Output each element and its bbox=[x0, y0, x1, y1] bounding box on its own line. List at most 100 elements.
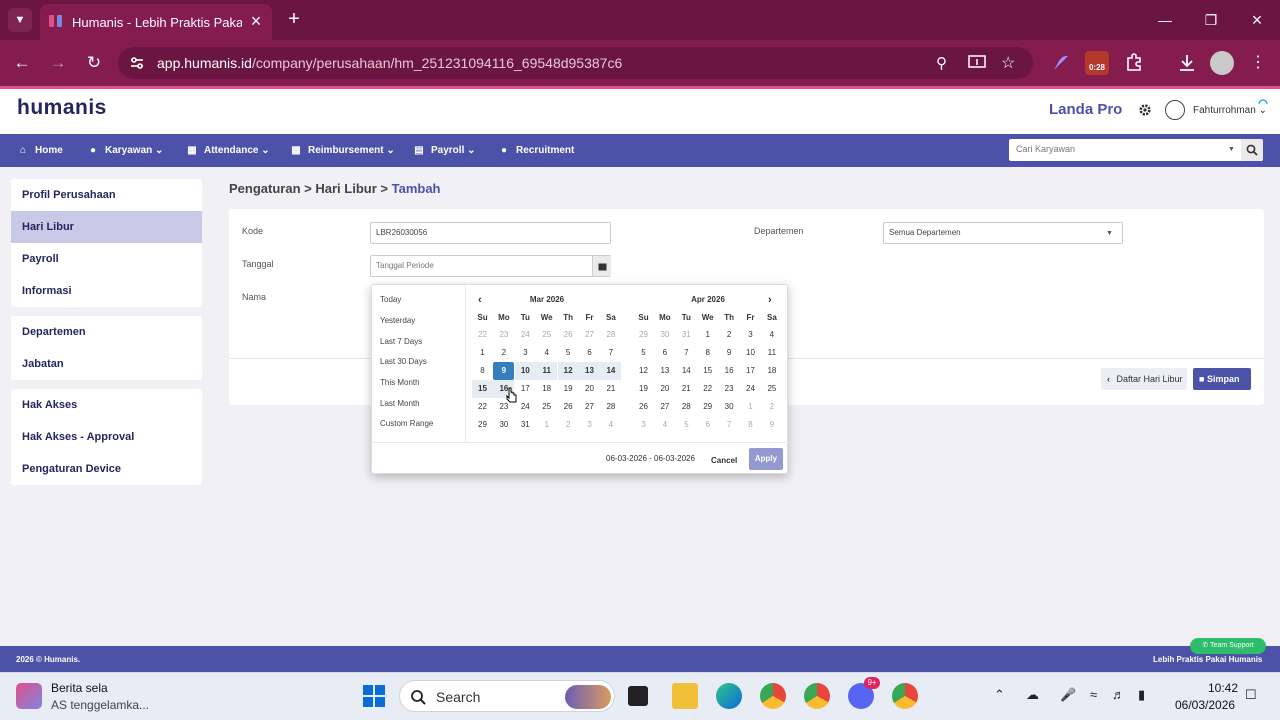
calendar-day[interactable]: 8 bbox=[697, 344, 718, 362]
nav-payroll[interactable]: ▤ Payroll ⌄ bbox=[412, 134, 475, 167]
calendar-day[interactable]: 25 bbox=[536, 398, 557, 416]
site-info-icon[interactable] bbox=[128, 54, 146, 72]
calendar-day[interactable]: 3 bbox=[515, 344, 536, 362]
back-to-list-button[interactable]: ‹ Daftar Hari Libur bbox=[1101, 368, 1187, 390]
calendar-day[interactable]: 26 bbox=[558, 398, 579, 416]
calendar-day[interactable]: 5 bbox=[633, 344, 654, 362]
sidebar-item-pengaturan-device[interactable]: Pengaturan Device bbox=[11, 453, 202, 485]
calendar-day[interactable]: 22 bbox=[697, 380, 718, 398]
calendar-day[interactable]: 4 bbox=[536, 344, 557, 362]
calendar-day[interactable]: 22 bbox=[472, 326, 493, 344]
calendar-day[interactable]: 7 bbox=[719, 416, 740, 434]
calendar-day[interactable]: 19 bbox=[558, 380, 579, 398]
file-explorer-icon[interactable] bbox=[672, 683, 698, 709]
calendar-day[interactable]: 15 bbox=[472, 380, 493, 398]
calendar-day[interactable]: 12 bbox=[633, 362, 654, 380]
close-tab-icon[interactable]: × bbox=[246, 11, 266, 31]
search-button[interactable] bbox=[1241, 139, 1263, 161]
calendar-day[interactable]: 27 bbox=[654, 398, 675, 416]
calendar-day[interactable]: 26 bbox=[633, 398, 654, 416]
calendar-day[interactable]: 18 bbox=[761, 362, 782, 380]
calendar-day[interactable]: 14 bbox=[600, 362, 622, 380]
zoom-icon[interactable]: ⚲ bbox=[936, 54, 947, 72]
calendar-day[interactable]: 30 bbox=[719, 398, 740, 416]
calendar-day[interactable]: 20 bbox=[579, 380, 600, 398]
windows-start-icon[interactable] bbox=[361, 683, 387, 709]
range-custom[interactable]: Custom Range bbox=[380, 419, 433, 428]
sidebar-item-hak-akses[interactable]: Hak Akses bbox=[11, 389, 202, 421]
departemen-select[interactable]: Semua Departemen ▼ bbox=[883, 222, 1123, 244]
employee-search[interactable]: Cari Karyawan ▼ bbox=[1009, 139, 1263, 161]
battery-icon[interactable]: ▮ bbox=[1138, 687, 1145, 703]
profile-avatar[interactable] bbox=[1210, 51, 1234, 75]
humanis-logo[interactable]: humanis bbox=[17, 96, 107, 120]
calendar-day[interactable]: 4 bbox=[600, 416, 621, 434]
calendar-day[interactable]: 20 bbox=[654, 380, 675, 398]
calendar-day[interactable]: 3 bbox=[633, 416, 654, 434]
calendar-day[interactable]: 11 bbox=[761, 344, 782, 362]
kode-field[interactable]: LBR26030056 bbox=[370, 222, 611, 244]
range-yesterday[interactable]: Yesterday bbox=[380, 316, 415, 325]
cancel-button[interactable]: Cancel bbox=[706, 451, 742, 471]
calendar-day[interactable]: 16 bbox=[719, 362, 740, 380]
download-icon[interactable] bbox=[1175, 51, 1199, 75]
calendar-day[interactable]: 22 bbox=[472, 398, 493, 416]
clock-time[interactable]: 10:42 bbox=[1208, 681, 1238, 695]
calendar-day[interactable]: 23 bbox=[719, 380, 740, 398]
calendar-day[interactable]: 3 bbox=[740, 326, 761, 344]
browser-tab[interactable]: Humanis - Lebih Praktis Pakai H × bbox=[40, 4, 272, 40]
wifi-icon[interactable]: ≈ bbox=[1090, 687, 1097, 702]
calendar-day[interactable]: 3 bbox=[579, 416, 600, 434]
sidebar-item-departemen[interactable]: Departemen bbox=[11, 316, 202, 348]
chevron-down-icon[interactable]: ▼ bbox=[1228, 146, 1235, 153]
calendar-day[interactable]: 25 bbox=[761, 380, 782, 398]
calendar-day[interactable]: 1 bbox=[536, 416, 557, 434]
apply-button[interactable]: Apply bbox=[749, 448, 783, 470]
show-hidden-icons-icon[interactable]: ⌃ bbox=[994, 687, 1005, 703]
calendar-day[interactable]: 7 bbox=[676, 344, 697, 362]
calendar-button[interactable] bbox=[592, 256, 611, 276]
tanggal-field[interactable]: Tanggal Periode bbox=[370, 255, 611, 277]
range-today[interactable]: Today bbox=[380, 295, 401, 304]
calendar-day[interactable]: 28 bbox=[676, 398, 697, 416]
calendar-day[interactable]: 6 bbox=[697, 416, 718, 434]
notification-icon[interactable]: ☐ bbox=[1245, 687, 1257, 703]
sidebar-item-informasi[interactable]: Informasi bbox=[11, 275, 202, 307]
calendar-day[interactable]: 5 bbox=[558, 344, 579, 362]
install-app-icon[interactable] bbox=[968, 55, 986, 71]
minimize-icon[interactable]: — bbox=[1150, 8, 1180, 32]
news-title[interactable]: Berita sela bbox=[51, 681, 108, 695]
feather-extension-icon[interactable] bbox=[1049, 51, 1073, 75]
breadcrumb-pengaturan[interactable]: Pengaturan bbox=[229, 181, 301, 196]
calendar-day[interactable]: 30 bbox=[493, 416, 514, 434]
calendar-day[interactable]: 5 bbox=[676, 416, 697, 434]
calendar-day[interactable]: 6 bbox=[654, 344, 675, 362]
calendar-day[interactable]: 26 bbox=[558, 326, 579, 344]
volume-icon[interactable]: ♬ bbox=[1112, 687, 1125, 702]
calendar-day[interactable]: 9 bbox=[719, 344, 740, 362]
calendar-day[interactable]: 13 bbox=[654, 362, 675, 380]
sidebar-item-profil[interactable]: Profil Perusahaan bbox=[11, 179, 202, 211]
discord-icon[interactable]: 9+ bbox=[848, 677, 880, 709]
extensions-puzzle-icon[interactable] bbox=[1122, 51, 1146, 75]
range-last-month[interactable]: Last Month bbox=[380, 399, 420, 408]
calendar-day[interactable]: 8 bbox=[740, 416, 761, 434]
user-avatar[interactable] bbox=[1165, 100, 1185, 120]
calendar-day[interactable]: 17 bbox=[740, 362, 761, 380]
save-button[interactable]: ■ Simpan bbox=[1193, 368, 1251, 390]
calendar-day[interactable]: 19 bbox=[633, 380, 654, 398]
task-view-icon[interactable] bbox=[628, 686, 648, 706]
calendar-day[interactable]: 4 bbox=[654, 416, 675, 434]
nav-reimbursement[interactable]: ▩ Reimbursement ⌄ bbox=[289, 134, 394, 167]
calendar-day[interactable]: 21 bbox=[600, 380, 621, 398]
calendar-day[interactable]: 13 bbox=[579, 362, 600, 380]
nav-attendance[interactable]: ▦ Attendance ⌄ bbox=[185, 134, 269, 167]
team-support-button[interactable]: ✆ Team Support bbox=[1190, 638, 1266, 654]
gear-icon[interactable] bbox=[1138, 103, 1152, 117]
range-last-30-days[interactable]: Last 30 Days bbox=[380, 357, 427, 366]
calendar-day[interactable]: 7 bbox=[600, 344, 621, 362]
calendar-day[interactable]: 8 bbox=[472, 362, 493, 380]
sidebar-item-payroll[interactable]: Payroll bbox=[11, 243, 202, 275]
calendar-day[interactable]: 24 bbox=[515, 326, 536, 344]
calendar-day[interactable]: 9 bbox=[493, 362, 515, 380]
